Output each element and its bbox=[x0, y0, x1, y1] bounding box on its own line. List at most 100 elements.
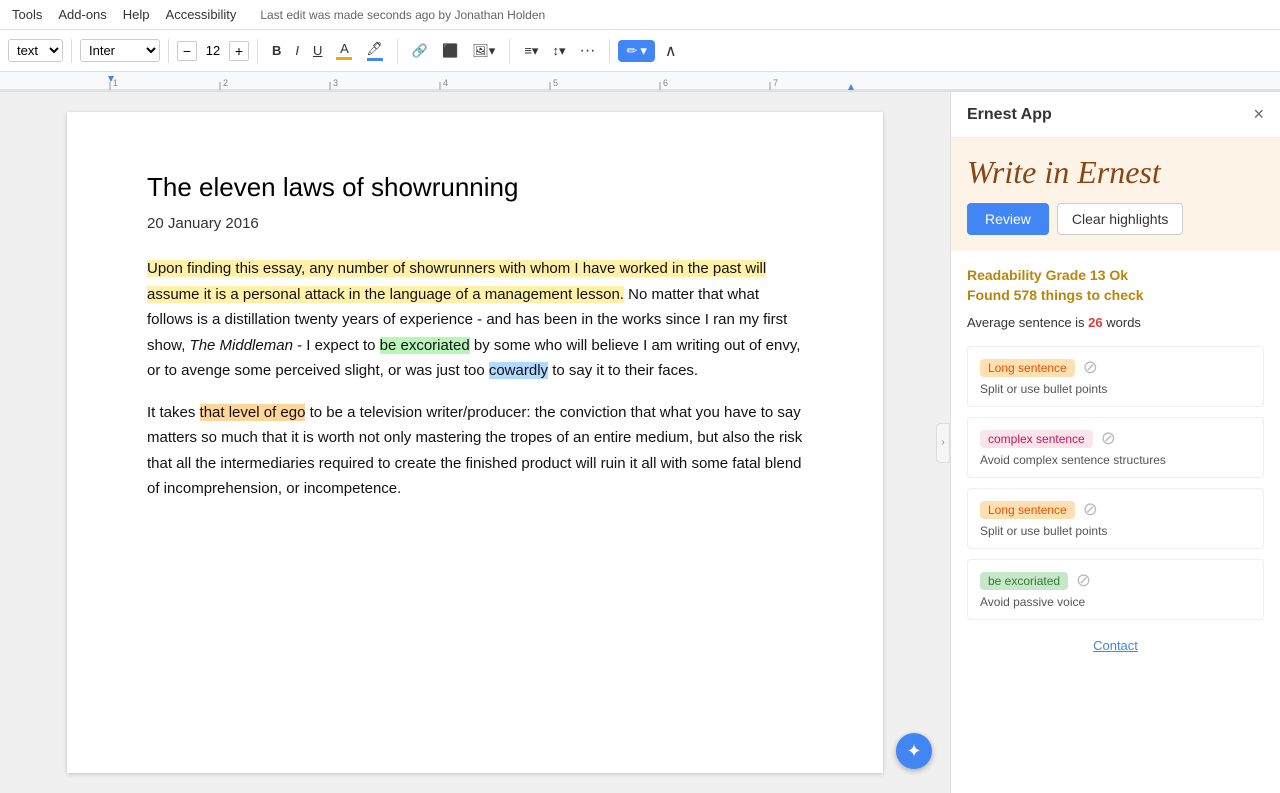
insert-group: 🔗 ⬛ 🖼▾ bbox=[406, 40, 501, 62]
svg-text:2: 2 bbox=[223, 78, 228, 88]
italic-button[interactable]: I bbox=[289, 40, 305, 61]
highlight-icon: 🖊 bbox=[366, 41, 383, 61]
pen-dropdown-icon: ▾ bbox=[640, 43, 647, 59]
highlight-ego: that level of ego bbox=[200, 404, 306, 421]
issue-card-0-header: Long sentence ⊘ bbox=[980, 357, 1251, 378]
panel-content: Readability Grade 13 Ok Found 578 things… bbox=[951, 251, 1280, 793]
main-area: The eleven laws of showrunning 20 Januar… bbox=[0, 92, 1280, 793]
style-group: text bbox=[8, 39, 63, 62]
collapse-toolbar-button[interactable]: ∧ bbox=[659, 38, 683, 64]
issue-desc-3: Avoid passive voice bbox=[980, 595, 1251, 609]
panel-title: Ernest App bbox=[967, 106, 1052, 124]
document-area[interactable]: The eleven laws of showrunning 20 Januar… bbox=[0, 92, 950, 793]
spacing-button[interactable]: ↕▾ bbox=[546, 40, 571, 62]
sep4 bbox=[397, 39, 398, 63]
doc-date: 20 January 2016 bbox=[147, 215, 803, 232]
ernest-buttons: Review Clear highlights bbox=[967, 203, 1183, 235]
insert-image-button[interactable]: 🖼▾ bbox=[466, 40, 501, 62]
doc-body[interactable]: Upon finding this essay, any number of s… bbox=[147, 256, 803, 502]
fab-icon: ✦ bbox=[906, 741, 921, 762]
svg-text:5: 5 bbox=[553, 78, 558, 88]
font-size-decrease[interactable]: − bbox=[177, 41, 197, 61]
highlight-excoriated: be excoriated bbox=[380, 337, 470, 354]
bold-button[interactable]: B bbox=[266, 40, 287, 61]
paragraph-2[interactable]: It takes that level of ego to be a telev… bbox=[147, 400, 803, 502]
align-button[interactable]: ≡▾ bbox=[518, 40, 544, 62]
layout-group: ≡▾ ↕▾ ··· bbox=[518, 39, 601, 63]
format-group: B I U A 🖊 bbox=[266, 38, 389, 64]
ernest-logo: Write in Ernest bbox=[967, 154, 1161, 191]
link-button[interactable]: 🔗 bbox=[406, 40, 434, 62]
svg-text:4: 4 bbox=[443, 78, 448, 88]
issue-card-1-header: complex sentence ⊘ bbox=[980, 428, 1251, 449]
review-button[interactable]: Review bbox=[967, 203, 1049, 235]
text-color-button[interactable]: A bbox=[330, 38, 358, 63]
doc-title: The eleven laws of showrunning bbox=[147, 172, 803, 203]
ruler: 1 2 3 4 5 6 7 bbox=[0, 72, 1280, 92]
font-size-control: − 12 + bbox=[177, 41, 249, 61]
issue-card-2[interactable]: Long sentence ⊘ Split or use bullet poin… bbox=[967, 488, 1264, 549]
toolbar: text Inter − 12 + B I U A 🖊 🔗 bbox=[0, 30, 1280, 72]
font-size-increase[interactable]: + bbox=[229, 41, 249, 61]
issue-desc-1: Avoid complex sentence structures bbox=[980, 453, 1251, 467]
svg-text:6: 6 bbox=[663, 78, 668, 88]
sep6 bbox=[609, 39, 610, 63]
svg-text:1: 1 bbox=[113, 78, 118, 88]
issue-card-3-header: be excoriated ⊘ bbox=[980, 570, 1251, 591]
found-issues: Found 578 things to check bbox=[967, 287, 1264, 303]
issue-card-2-header: Long sentence ⊘ bbox=[980, 499, 1251, 520]
collapse-chevron-icon: › bbox=[941, 437, 944, 448]
sep2 bbox=[168, 39, 169, 63]
ernest-logo-area: Write in Ernest Review Clear highlights bbox=[951, 138, 1280, 251]
pen-icon: ✏ bbox=[626, 43, 637, 59]
panel-header: Ernest App × bbox=[951, 92, 1280, 138]
menu-help[interactable]: Help bbox=[123, 7, 150, 22]
issue-card-1[interactable]: complex sentence ⊘ Avoid complex sentenc… bbox=[967, 417, 1264, 478]
sep3 bbox=[257, 39, 258, 63]
font-select[interactable]: Inter bbox=[80, 39, 160, 62]
contact-link[interactable]: Contact bbox=[967, 630, 1264, 661]
issue-tag-1: complex sentence bbox=[980, 430, 1093, 448]
avg-sentence: Average sentence is 26 words bbox=[967, 315, 1264, 330]
panel-close-button[interactable]: × bbox=[1253, 104, 1264, 125]
panel-collapse-handle[interactable]: › bbox=[936, 423, 950, 463]
clear-highlights-button[interactable]: Clear highlights bbox=[1057, 203, 1184, 235]
fab-button[interactable]: ✦ bbox=[896, 733, 932, 769]
sep5 bbox=[509, 39, 510, 63]
issue-desc-2: Split or use bullet points bbox=[980, 524, 1251, 538]
issue-card-0[interactable]: Long sentence ⊘ Split or use bullet poin… bbox=[967, 346, 1264, 407]
no-icon-2: ⊘ bbox=[1083, 499, 1098, 520]
ruler-svg: 1 2 3 4 5 6 7 bbox=[0, 72, 1280, 92]
highlight-button[interactable]: 🖊 bbox=[360, 38, 389, 64]
font-size-value: 12 bbox=[199, 43, 227, 58]
svg-text:3: 3 bbox=[333, 78, 338, 88]
underline-button[interactable]: U bbox=[307, 40, 328, 61]
menu-bar: Tools Add-ons Help Accessibility Last ed… bbox=[0, 0, 1280, 30]
highlight-cowardly: cowardly bbox=[489, 362, 548, 379]
svg-text:7: 7 bbox=[773, 78, 778, 88]
readability-grade: Readability Grade 13 Ok bbox=[967, 267, 1264, 283]
issue-desc-0: Split or use bullet points bbox=[980, 382, 1251, 396]
menu-addons[interactable]: Add-ons bbox=[58, 7, 106, 22]
issue-tag-2: Long sentence bbox=[980, 501, 1075, 519]
style-select[interactable]: text bbox=[8, 39, 63, 62]
issue-card-3[interactable]: be excoriated ⊘ Avoid passive voice bbox=[967, 559, 1264, 620]
no-icon-1: ⊘ bbox=[1101, 428, 1116, 449]
no-icon-3: ⊘ bbox=[1076, 570, 1091, 591]
font-group: Inter bbox=[80, 39, 160, 62]
issue-tag-0: Long sentence bbox=[980, 359, 1075, 377]
issue-cards: Long sentence ⊘ Split or use bullet poin… bbox=[967, 346, 1264, 620]
text-color-icon: A bbox=[336, 41, 352, 60]
no-icon-0: ⊘ bbox=[1083, 357, 1098, 378]
paragraph-1[interactable]: Upon finding this essay, any number of s… bbox=[147, 256, 803, 384]
doc-page: The eleven laws of showrunning 20 Januar… bbox=[67, 112, 883, 773]
more-options-button[interactable]: ··· bbox=[573, 39, 601, 63]
menu-accessibility[interactable]: Accessibility bbox=[166, 7, 237, 22]
right-panel: Ernest App × Write in Ernest Review Clea… bbox=[950, 92, 1280, 793]
sep1 bbox=[71, 39, 72, 63]
pen-button[interactable]: ✏ ▾ bbox=[618, 40, 654, 62]
last-edit-status: Last edit was made seconds ago by Jonath… bbox=[260, 8, 545, 22]
menu-tools[interactable]: Tools bbox=[12, 7, 42, 22]
image-button[interactable]: ⬛ bbox=[436, 40, 464, 62]
issue-tag-3: be excoriated bbox=[980, 572, 1068, 590]
